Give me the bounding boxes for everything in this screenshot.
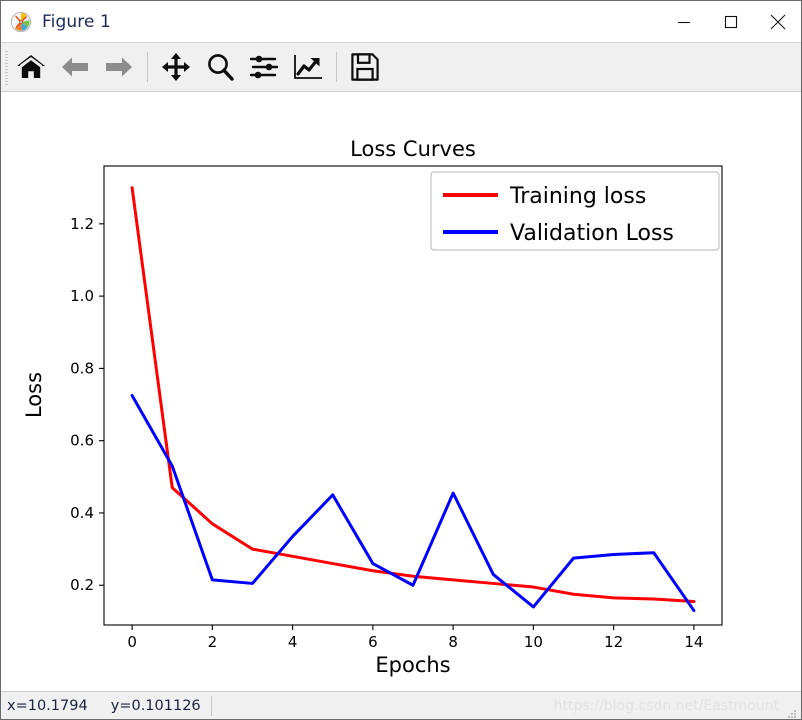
y-axis-label: Loss [22,372,46,418]
y-tick-label: 1.0 [70,287,94,305]
matplotlib-logo-icon [10,11,32,33]
window-controls [660,1,801,42]
x-tick-label: 14 [684,633,703,651]
watermark-text: https://blog.csdn.net/Eastmount [553,697,779,714]
y-tick-label: 0.6 [70,432,94,450]
x-tick-label: 4 [288,633,298,651]
legend-label: Training loss [509,184,646,209]
toolbar-separator-2 [336,52,337,82]
x-tick-label: 2 [208,633,218,651]
close-icon [767,11,789,33]
maximize-button[interactable] [707,1,754,42]
toolbar-separator [147,52,148,82]
save-button[interactable] [343,45,387,89]
y-tick-label: 0.2 [70,576,94,594]
y-tick-label: 0.4 [70,504,94,522]
back-arrow-icon [60,54,90,80]
pan-move-icon [161,52,191,82]
x-tick-label: 8 [448,633,458,651]
resize-grip[interactable] [786,705,798,718]
forward-arrow-icon [104,54,134,80]
home-button[interactable] [9,45,53,89]
minimize-icon [674,12,694,32]
chart-legend: Training loss Validation Loss [430,171,720,251]
legend-label: Validation Loss [510,221,674,246]
configure-subplots-icon [249,53,279,81]
window-title: Figure 1 [42,11,111,32]
edit-parameters-button[interactable] [286,45,330,89]
x-tick-label: 0 [127,633,137,651]
save-floppy-icon [350,52,380,82]
figure-canvas[interactable]: Loss Curves 0 2 4 6 8 10 12 14 0.2 0.4 0.6 0.8 1.0 1… [1,92,801,691]
x-tick-label: 12 [604,633,623,651]
x-tick-label: 10 [524,633,543,651]
y-tick-label: 0.8 [70,359,94,377]
chart-title: Loss Curves [350,137,476,161]
navigation-toolbar [1,42,801,92]
zoom-button[interactable] [198,45,242,89]
edit-axis-curve-icon [293,53,323,81]
loss-curves-plot[interactable]: Loss Curves 0 2 4 6 8 10 12 14 0.2 0.4 0.6 0.8 1.0 1… [1,92,801,691]
configure-subplots-button[interactable] [242,45,286,89]
home-icon [16,53,46,81]
maximize-icon [721,12,741,32]
zoom-magnifier-icon [205,52,235,82]
title-bar: Figure 1 [1,1,801,42]
back-button[interactable] [53,45,97,89]
x-axis-label: Epochs [375,653,450,677]
status-bar: x=10.1794 y=0.101126 https://blog.csdn.n… [1,691,801,719]
minimize-button[interactable] [660,1,707,42]
pan-button[interactable] [154,45,198,89]
y-tick-label: 1.2 [70,215,94,233]
status-separator [210,695,212,716]
title-bar-left: Figure 1 [1,11,111,33]
figure-window: Figure 1 Loss Curves 0 2 4 6 8 10 12 14 … [0,0,802,720]
x-tick-label: 6 [368,633,378,651]
forward-button[interactable] [97,45,141,89]
close-button[interactable] [754,1,801,42]
coordinate-readout: x=10.1794 y=0.101126 [7,697,201,714]
